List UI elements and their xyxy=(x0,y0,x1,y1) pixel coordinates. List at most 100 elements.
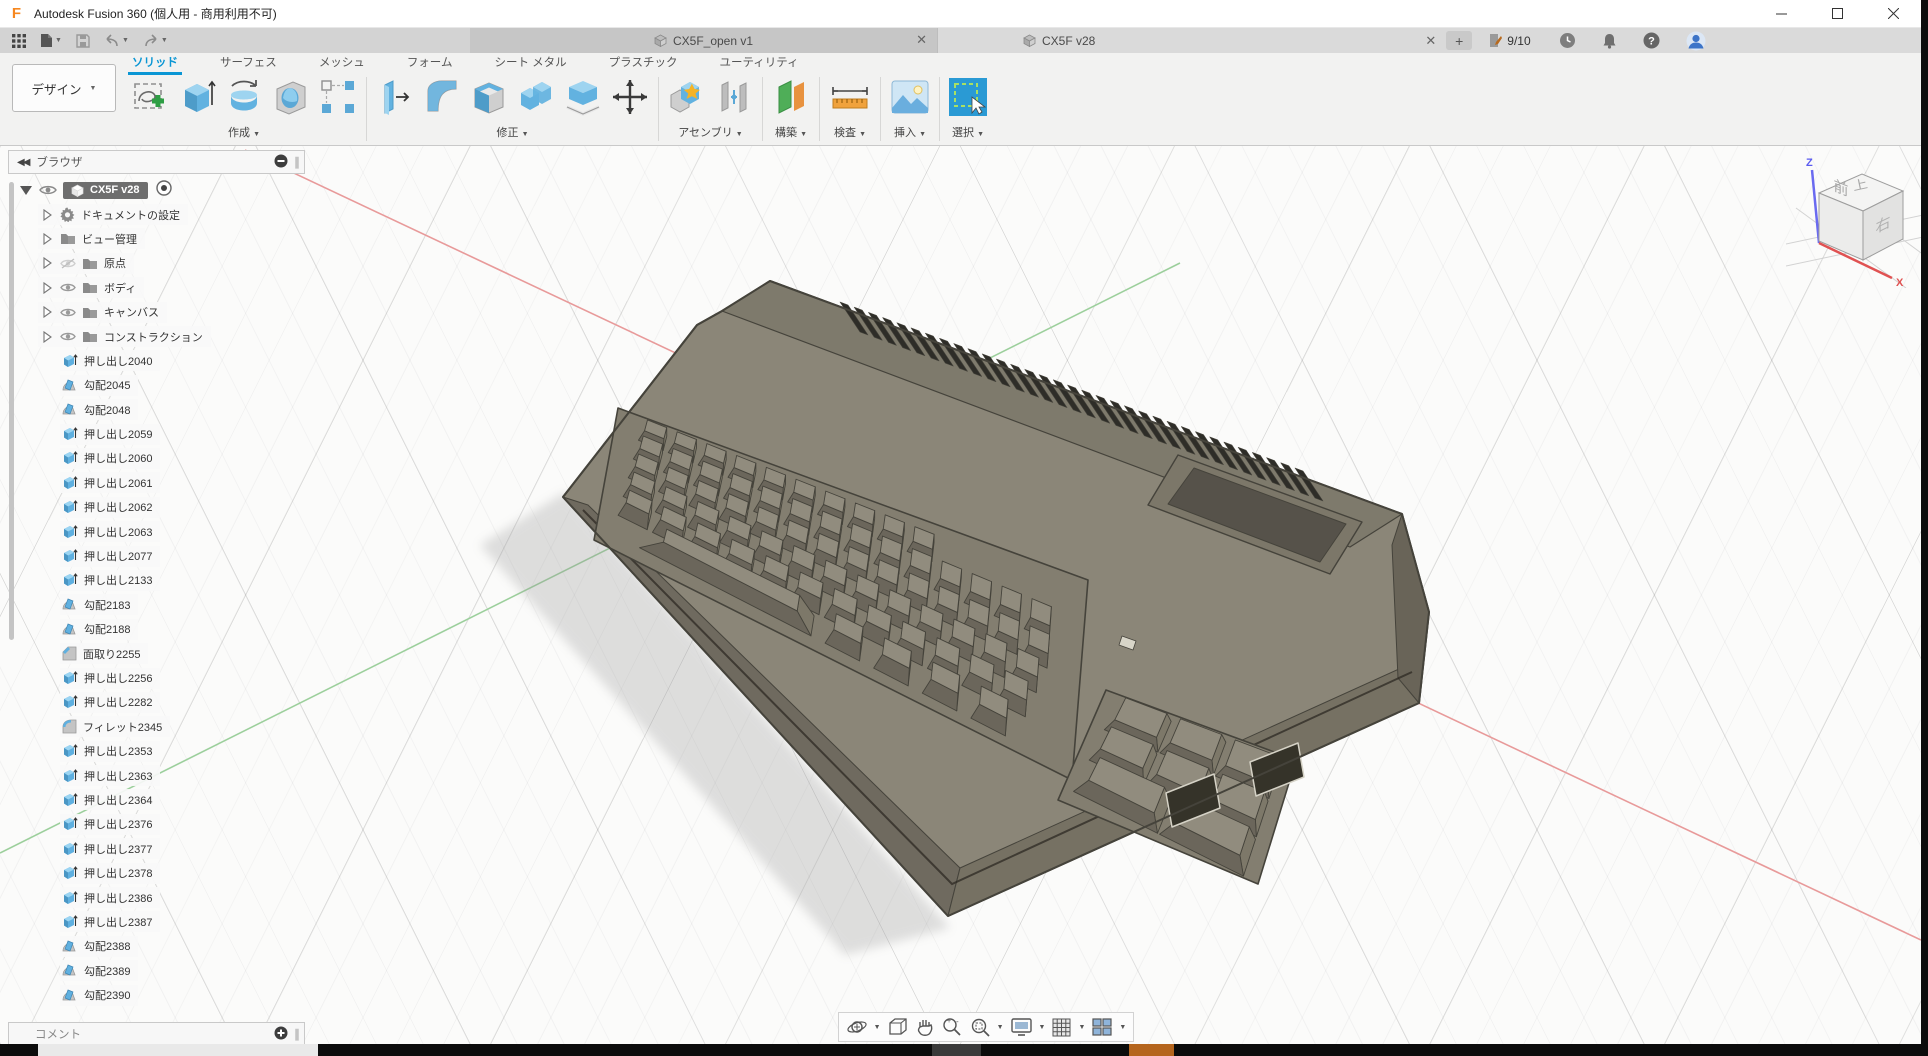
tree-row-folder[interactable]: 原点 xyxy=(38,251,306,275)
comment-add-icon[interactable] xyxy=(274,1026,288,1043)
tree-row-extrude[interactable]: 押し出し2060 xyxy=(60,446,306,470)
new-component-icon[interactable] xyxy=(667,77,707,117)
insert-canvas-icon[interactable] xyxy=(889,78,931,116)
visibility-eye-icon[interactable] xyxy=(60,331,76,342)
tree-row-draft[interactable]: 勾配2390 xyxy=(60,983,306,1007)
ribbon-tab-form[interactable]: フォーム xyxy=(403,52,457,73)
visibility-eye-icon[interactable] xyxy=(60,258,76,269)
tree-row-fillet[interactable]: フィレット2345 xyxy=(60,715,306,739)
look-at-icon[interactable] xyxy=(887,1017,909,1037)
history-clock-icon[interactable] xyxy=(1559,32,1576,49)
tree-row-extrude[interactable]: 押し出し2256 xyxy=(60,666,306,690)
browser-scrollbar[interactable] xyxy=(9,182,14,640)
visibility-eye-icon[interactable] xyxy=(60,282,76,293)
minimize-button[interactable] xyxy=(1753,0,1809,28)
insert-menu[interactable]: 挿入 ▼ xyxy=(894,124,926,140)
activate-radio-icon[interactable] xyxy=(156,180,172,201)
tree-row-extrude[interactable]: 押し出し2364 xyxy=(60,788,306,812)
tab2-close-icon[interactable]: ✕ xyxy=(1425,33,1436,49)
visibility-eye-icon[interactable] xyxy=(60,307,76,318)
tree-row-extrude[interactable]: 押し出し2061 xyxy=(60,471,306,495)
viewcube[interactable]: Z X 上 前 右 xyxy=(1786,148,1928,288)
select-menu[interactable]: 選択 ▼ xyxy=(952,124,984,140)
tree-row-extrude[interactable]: 押し出し2386 xyxy=(60,885,306,909)
new-tab-button[interactable]: + xyxy=(1446,31,1472,50)
assemble-menu[interactable]: アセンブリ ▼ xyxy=(678,124,742,140)
grid-snap-icon[interactable] xyxy=(1051,1017,1072,1038)
root-component[interactable]: CX5F v28 xyxy=(63,182,148,199)
maximize-button[interactable] xyxy=(1809,0,1865,28)
browser-collapse-icon[interactable]: ◀◀ xyxy=(17,157,28,168)
split-body-icon[interactable] xyxy=(563,77,603,117)
expand-arrow-icon[interactable] xyxy=(40,257,54,269)
ribbon-tab-solid[interactable]: ソリッド xyxy=(128,52,182,73)
ribbon-tab-utilities[interactable]: ユーティリティ xyxy=(715,52,802,73)
shell-icon[interactable] xyxy=(469,77,509,117)
fit-icon[interactable] xyxy=(969,1016,991,1038)
tree-root-row[interactable]: CX5F v28 xyxy=(20,178,306,202)
zoom-icon[interactable]: +- xyxy=(941,1016,963,1038)
move-icon[interactable] xyxy=(610,77,650,117)
tree-row-extrude[interactable]: 押し出し2353 xyxy=(60,739,306,763)
tree-row-gear[interactable]: ドキュメントの設定 xyxy=(38,202,306,226)
tree-row-extrude[interactable]: 押し出し2378 xyxy=(60,861,306,885)
redo-icon[interactable]: ▼ xyxy=(143,34,168,47)
expand-arrow-icon[interactable] xyxy=(40,233,54,245)
tree-row-extrude[interactable]: 押し出し2363 xyxy=(60,763,306,787)
expand-triangle-icon[interactable] xyxy=(20,186,32,195)
tree-row-extrude[interactable]: 押し出し2062 xyxy=(60,495,306,519)
document-tab-cx5f[interactable]: CX5F v28 ✕ + 9/10 ? xyxy=(938,28,1921,53)
ribbon-tab-surface[interactable]: サーフェス xyxy=(216,52,281,73)
fillet-icon[interactable] xyxy=(422,77,462,117)
expand-arrow-icon[interactable] xyxy=(40,282,54,294)
extrude-icon[interactable] xyxy=(177,77,217,117)
tree-row-extrude[interactable]: 押し出し2282 xyxy=(60,690,306,714)
comment-bar[interactable]: コメント ∥ xyxy=(8,1022,305,1046)
tree-row-chamfer[interactable]: 面取り2255 xyxy=(60,641,306,665)
tree-row-draft[interactable]: 勾配2048 xyxy=(60,398,306,422)
ribbon-tab-sheetmetal[interactable]: シート メタル xyxy=(490,52,570,73)
help-icon[interactable]: ? xyxy=(1643,32,1660,49)
tree-row-folder[interactable]: ビュー管理 xyxy=(38,227,306,251)
notifications-bell-icon[interactable] xyxy=(1602,33,1617,49)
tree-row-extrude[interactable]: 押し出し2077 xyxy=(60,544,306,568)
tree-row-extrude[interactable]: 押し出し2040 xyxy=(60,349,306,373)
tree-row-draft[interactable]: 勾配2045 xyxy=(60,373,306,397)
app-menu-icon[interactable] xyxy=(12,34,26,48)
press-pull-icon[interactable] xyxy=(375,77,415,117)
select-icon[interactable] xyxy=(948,77,988,117)
tree-row-folder[interactable]: ボディ xyxy=(38,276,306,300)
visibility-eye-icon[interactable] xyxy=(39,184,57,196)
ribbon-tab-mesh[interactable]: メッシュ xyxy=(315,52,369,73)
tree-row-folder[interactable]: キャンバス xyxy=(38,300,306,324)
display-settings-icon[interactable] xyxy=(1010,1017,1033,1037)
file-menu-icon[interactable]: ▼ xyxy=(40,33,62,48)
pan-icon[interactable] xyxy=(915,1017,935,1038)
viewports-icon[interactable] xyxy=(1091,1017,1113,1037)
tree-row-draft[interactable]: 勾配2389 xyxy=(60,959,306,983)
construction-plane-icon[interactable] xyxy=(771,77,811,117)
measure-icon[interactable] xyxy=(828,77,872,117)
tree-row-extrude[interactable]: 押し出し2387 xyxy=(60,910,306,934)
modify-menu[interactable]: 修正 ▼ xyxy=(497,124,529,140)
joint-icon[interactable] xyxy=(714,77,754,117)
expand-arrow-icon[interactable] xyxy=(40,209,54,221)
tree-row-extrude[interactable]: 押し出し2376 xyxy=(60,812,306,836)
hole-icon[interactable] xyxy=(271,77,311,117)
tree-row-folder[interactable]: コンストラクション xyxy=(38,324,306,348)
create-sketch-icon[interactable] xyxy=(130,77,170,117)
comment-grip[interactable]: ∥ xyxy=(294,1027,300,1041)
browser-panel-header[interactable]: ◀◀ ブラウザ ∥ xyxy=(8,150,305,174)
create-menu[interactable]: 作成 ▼ xyxy=(228,124,260,140)
expand-arrow-icon[interactable] xyxy=(40,331,54,343)
close-button[interactable] xyxy=(1865,0,1921,28)
document-tab-cx5f-open[interactable]: CX5F_open v1 ✕ xyxy=(470,28,938,53)
workspace-selector[interactable]: デザイン▼ xyxy=(12,64,116,112)
ribbon-tab-plastic[interactable]: プラスチック xyxy=(605,52,682,73)
revolve-icon[interactable] xyxy=(224,77,264,117)
tree-row-extrude[interactable]: 押し出し2133 xyxy=(60,568,306,592)
orbit-icon[interactable] xyxy=(846,1016,868,1038)
inspect-menu[interactable]: 検査 ▼ xyxy=(834,124,866,140)
avatar[interactable] xyxy=(1686,31,1706,51)
save-icon[interactable] xyxy=(76,34,90,48)
